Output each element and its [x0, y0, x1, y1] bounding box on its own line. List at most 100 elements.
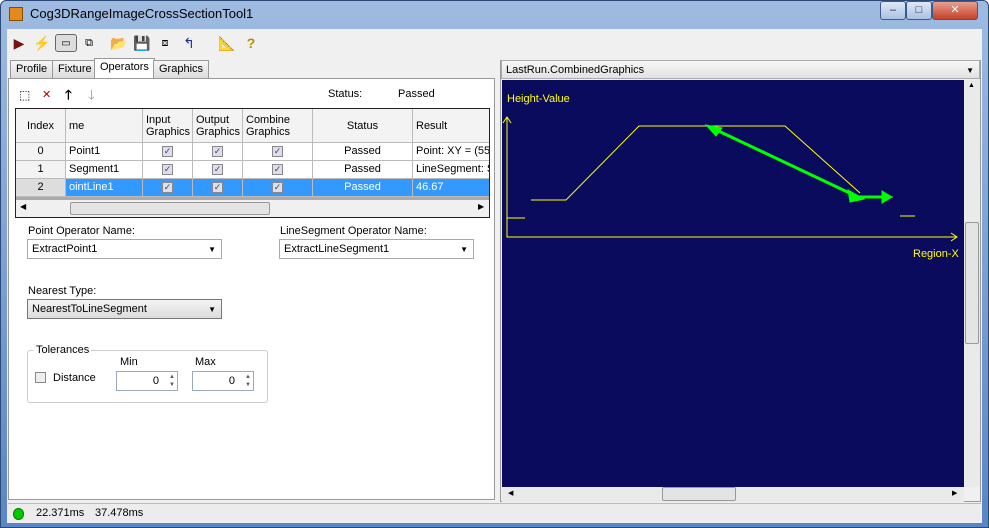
run-icon[interactable]: ▶	[10, 34, 28, 52]
cell-index[interactable]: 1	[16, 161, 66, 179]
close-button[interactable]: ✕	[932, 1, 978, 20]
grid-scroll-thumb[interactable]	[70, 202, 270, 215]
cell-combine[interactable]: ✓	[243, 161, 313, 179]
cell-status[interactable]: Passed	[313, 143, 413, 161]
column-header-name[interactable]: me	[66, 109, 143, 143]
minimize-button[interactable]: ‒	[880, 1, 906, 20]
cell-index[interactable]: 2	[16, 179, 66, 197]
tab-profile[interactable]: Profile	[10, 60, 54, 78]
reset-icon[interactable]: ↰	[180, 34, 198, 52]
column-header-input-graphics[interactable]: Input Graphics	[143, 109, 193, 143]
vertical-scroll-thumb[interactable]	[965, 222, 979, 344]
maximize-button[interactable]: □	[906, 1, 932, 20]
cell-result[interactable]: 46.67	[413, 179, 489, 197]
checkbox-combine[interactable]: ✓	[272, 146, 283, 157]
chevron-down-icon: ▼	[208, 305, 216, 314]
grid-horizontal-scrollbar[interactable]: ◀ ▶	[16, 200, 489, 217]
graphics-selector[interactable]: LastRun.CombinedGraphics ▼	[501, 60, 980, 79]
measure-icon[interactable]: 📐	[218, 34, 236, 52]
save-icon[interactable]: 💾	[133, 34, 151, 52]
nearest-type-combo[interactable]: NearestToLineSegment ▼	[27, 299, 222, 319]
segment-operator-value: ExtractLineSegment1	[284, 243, 390, 255]
spinner-arrows-icon[interactable]: ▲ ▼	[169, 373, 175, 389]
horizontal-scroll-thumb[interactable]	[662, 487, 736, 501]
max-spinner[interactable]: 0 ▲ ▼	[192, 371, 254, 391]
column-header-output-graphics[interactable]: Output Graphics	[193, 109, 243, 143]
checkbox-combine[interactable]: ✓	[272, 182, 283, 193]
cell-input[interactable]: ✓	[143, 161, 193, 179]
cell-combine[interactable]: ✓	[243, 179, 313, 197]
graphics-vertical-scrollbar[interactable]: ▲	[964, 80, 980, 487]
scroll-up-icon[interactable]: ▲	[968, 82, 975, 89]
cell-status[interactable]: Passed	[313, 161, 413, 179]
cell-status[interactable]: Passed	[313, 179, 413, 197]
x-axis-label: Region-X	[913, 248, 960, 260]
distance-arrow	[709, 125, 859, 199]
delete-icon[interactable]: ✕	[42, 88, 51, 101]
status-label: Status:	[328, 88, 363, 100]
tab-graphics[interactable]: Graphics	[153, 60, 210, 78]
segment-operator-combo[interactable]: ExtractLineSegment1 ▼	[279, 239, 474, 259]
move-down-icon[interactable]: 🡓	[88, 86, 95, 108]
point-operator-combo[interactable]: ExtractPoint1 ▼	[27, 239, 222, 259]
checkbox-input[interactable]: ✓	[162, 146, 173, 157]
cell-name[interactable]: Point1	[66, 143, 143, 161]
cell-index[interactable]: 0	[16, 143, 66, 161]
checkbox-combine[interactable]: ✓	[272, 164, 283, 175]
window-title: Cog3DRangeImageCrossSectionTool1	[30, 6, 254, 21]
cell-input[interactable]: ✓	[143, 143, 193, 161]
profile-plot: Height-Value Region-X	[502, 93, 960, 260]
scroll-right-icon[interactable]: ▶	[478, 202, 484, 211]
floating-window-icon[interactable]: ⧉	[80, 34, 98, 52]
column-header-status[interactable]: Status	[313, 109, 413, 143]
max-value: 0	[228, 375, 235, 387]
profile-line	[531, 125, 861, 201]
chevron-down-icon: ▼	[208, 245, 216, 254]
min-spinner[interactable]: 0 ▲ ▼	[116, 371, 178, 391]
checkbox-output[interactable]: ✓	[212, 146, 223, 157]
tolerances-label: Tolerances	[34, 344, 92, 356]
cell-output[interactable]: ✓	[193, 179, 243, 197]
checkbox-output[interactable]: ✓	[212, 164, 223, 175]
cell-result[interactable]: LineSegment: S	[413, 161, 489, 179]
nearest-type-value: NearestToLineSegment	[32, 303, 147, 315]
arrowhead	[881, 190, 893, 204]
min-label: Min	[120, 356, 138, 368]
spinner-arrows-icon[interactable]: ▲ ▼	[245, 373, 251, 389]
operators-grid: Index me Input Graphics Output Graphics …	[15, 108, 490, 218]
tab-fixture[interactable]: Fixture	[52, 60, 98, 78]
cell-input[interactable]: ✓	[143, 179, 193, 197]
checkbox-input[interactable]: ✓	[162, 164, 173, 175]
scroll-right-icon[interactable]: ▶	[952, 489, 957, 497]
chevron-down-icon: ▼	[966, 66, 974, 75]
checkbox-input[interactable]: ✓	[162, 182, 173, 193]
cell-output[interactable]: ✓	[193, 143, 243, 161]
checkbox-output[interactable]: ✓	[212, 182, 223, 193]
cell-name[interactable]: Segment1	[66, 161, 143, 179]
graphics-display[interactable]: Height-Value Region-X	[502, 80, 964, 487]
scroll-left-icon[interactable]: ◀	[508, 489, 513, 497]
cell-combine[interactable]: ✓	[243, 143, 313, 161]
cell-output[interactable]: ✓	[193, 161, 243, 179]
graphics-selector-value: LastRun.CombinedGraphics	[506, 64, 645, 76]
column-header-index[interactable]: Index	[16, 109, 66, 143]
open-icon[interactable]: 📂	[110, 34, 128, 52]
tab-operators[interactable]: Operators	[94, 58, 155, 79]
show-tip-icon[interactable]: ▭	[55, 34, 77, 52]
move-up-icon[interactable]: 🡑	[65, 86, 72, 108]
cell-result[interactable]: Point: XY = (55.	[413, 143, 489, 161]
help-icon[interactable]: ?	[242, 34, 260, 52]
graphics-horizontal-scrollbar[interactable]: ◀ ▶	[502, 487, 964, 502]
save-settings-icon[interactable]: ⧈	[156, 34, 174, 52]
add-operator-icon[interactable]: ⬚	[19, 88, 30, 102]
min-value: 0	[152, 375, 159, 387]
scroll-left-icon[interactable]: ◀	[20, 202, 26, 211]
column-header-combine-graphics[interactable]: Combine Graphics	[243, 109, 313, 143]
cell-name[interactable]: ointLine1	[66, 179, 143, 197]
column-header-result[interactable]: Result	[413, 109, 489, 143]
segment-operator-label: LineSegment Operator Name:	[280, 225, 427, 237]
app-icon	[9, 7, 23, 21]
status-bar: 22.371ms 37.478ms	[8, 503, 981, 521]
electric-icon[interactable]: ⚡	[33, 34, 51, 52]
distance-checkbox[interactable]	[35, 372, 46, 383]
